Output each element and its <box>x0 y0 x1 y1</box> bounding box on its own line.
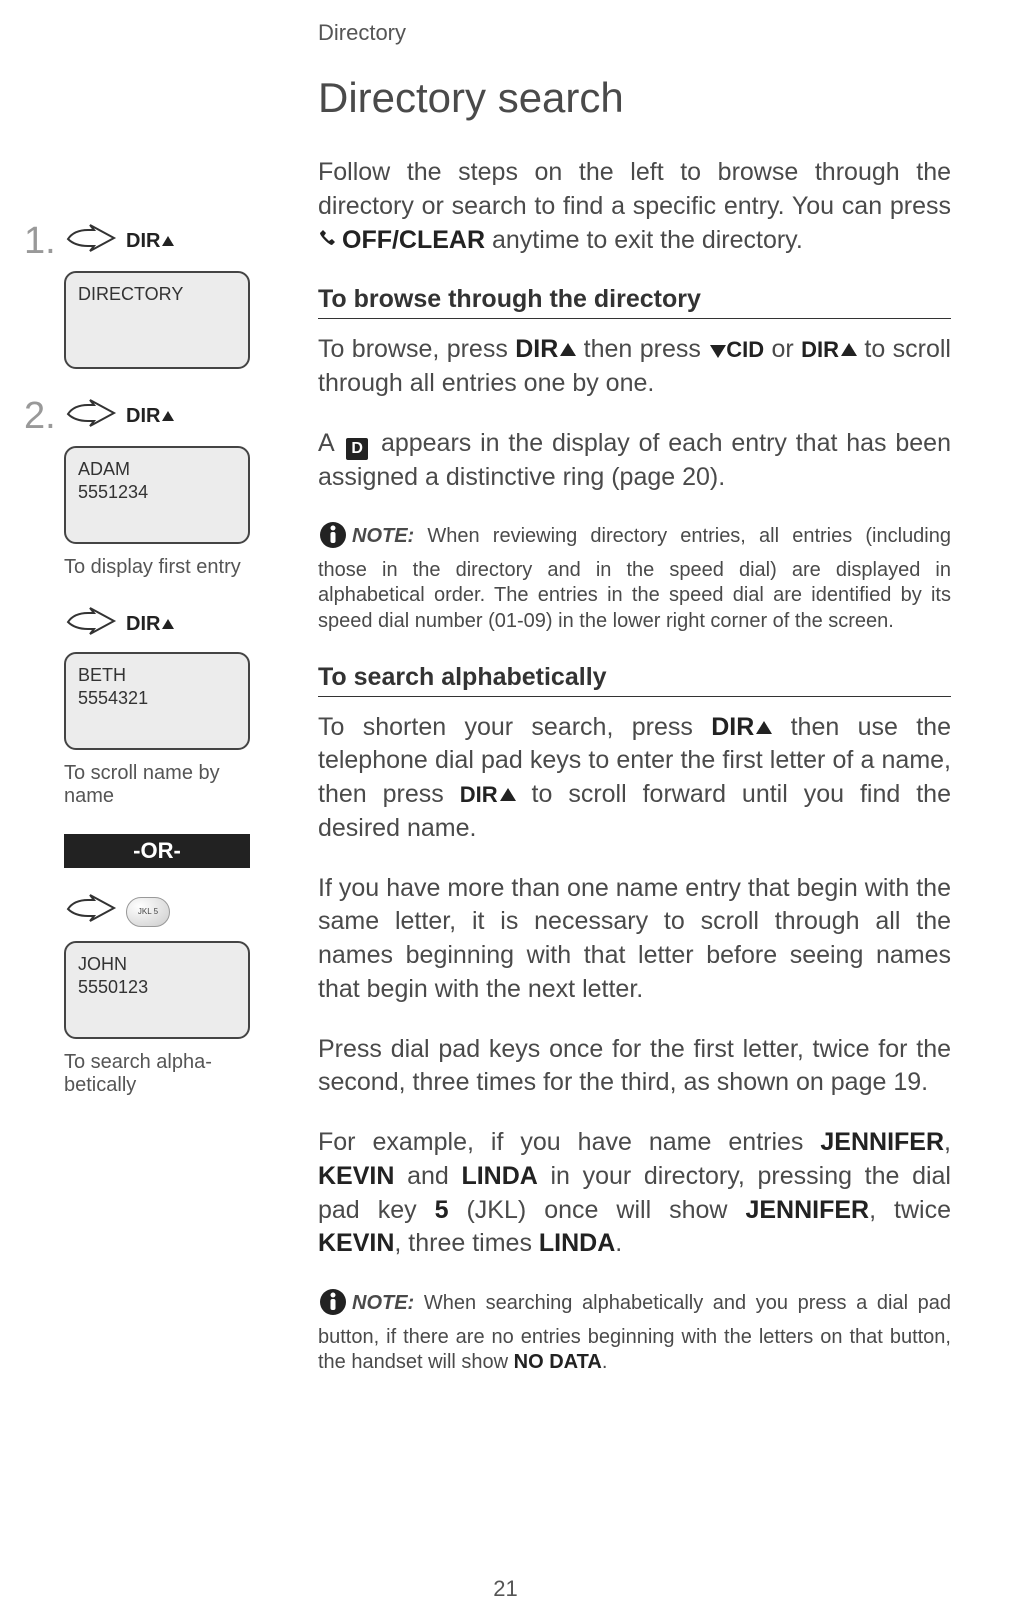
alpha-p3: Press dial pad keys once for the first l… <box>318 1033 951 1101</box>
browse-p2: A D appears in the display of each entry… <box>318 427 951 495</box>
alpha-p2: If you have more than one name entry tha… <box>318 872 951 1007</box>
up-arrow-icon <box>162 619 174 629</box>
step-3-row: DIR <box>24 605 290 644</box>
hand-icon <box>66 892 122 931</box>
alpha-p1: To shorten your search, press DIR then u… <box>318 711 951 846</box>
alpha-p4: For example, if you have name entries JE… <box>318 1126 951 1261</box>
step-2-row: 2. DIR <box>24 395 290 438</box>
step-4-caption: To search alpha- betically <box>64 1051 264 1097</box>
screen-entry-name: JOHN <box>78 954 127 974</box>
screen-entry-name: ADAM <box>78 459 130 479</box>
up-arrow-icon <box>162 411 174 421</box>
off-clear-key: OFF/CLEAR <box>342 226 485 254</box>
info-icon <box>318 1287 348 1325</box>
left-steps-column: 1. DIR DIRECTORY 2. DIR ADAM 5551234 To … <box>20 20 290 1376</box>
hand-icon <box>66 222 122 261</box>
dir-key-label: DIR <box>126 230 174 253</box>
main-content: Directory Directory search Follow the st… <box>290 20 951 1376</box>
step-1-number: 1. <box>24 220 60 263</box>
screen-entry-name: BETH <box>78 665 126 685</box>
browse-p1: To browse, press DIR then press CID or D… <box>318 333 951 401</box>
step-2-number: 2. <box>24 395 60 438</box>
hand-icon <box>66 605 122 644</box>
step-4-row: JKL 5 <box>24 892 290 931</box>
keypad-5-button: JKL 5 <box>126 897 170 927</box>
down-arrow-icon <box>710 345 726 358</box>
screen-entry-number: 5550123 <box>78 977 148 997</box>
phone-icon <box>318 226 340 260</box>
up-arrow-icon <box>162 236 174 246</box>
hand-icon <box>66 397 122 436</box>
screen-beth: BETH 5554321 <box>64 652 250 750</box>
screen-directory: DIRECTORY <box>64 271 250 369</box>
page-title: Directory search <box>318 74 951 122</box>
page-number: 21 <box>0 1576 1011 1602</box>
note-1: NOTE: When reviewing directory entries, … <box>318 520 951 634</box>
section-label: Directory <box>318 20 951 46</box>
note-2: NOTE: When searching alphabetically and … <box>318 1287 951 1376</box>
dir-key-label: DIR <box>126 405 174 428</box>
up-arrow-icon <box>500 788 516 801</box>
up-arrow-icon <box>841 343 857 356</box>
step-3-caption: To scroll name by name <box>64 762 264 808</box>
screen-entry-number: 5551234 <box>78 482 148 502</box>
up-arrow-icon <box>756 721 772 734</box>
screen-adam: ADAM 5551234 <box>64 446 250 544</box>
step-1-row: 1. DIR <box>24 220 290 263</box>
distinctive-ring-icon: D <box>346 438 368 460</box>
browse-heading: To browse through the directory <box>318 285 951 319</box>
screen-directory-text: DIRECTORY <box>78 284 183 304</box>
dir-key-label: DIR <box>126 613 174 636</box>
step-2-caption: To display first entry <box>64 556 264 579</box>
alpha-heading: To search alphabetically <box>318 663 951 697</box>
screen-john: JOHN 5550123 <box>64 941 250 1039</box>
up-arrow-icon <box>560 343 576 356</box>
screen-entry-number: 5554321 <box>78 688 148 708</box>
info-icon <box>318 520 348 558</box>
intro-paragraph: Follow the steps on the left to browse t… <box>318 156 951 259</box>
or-divider: -OR- <box>64 834 250 868</box>
